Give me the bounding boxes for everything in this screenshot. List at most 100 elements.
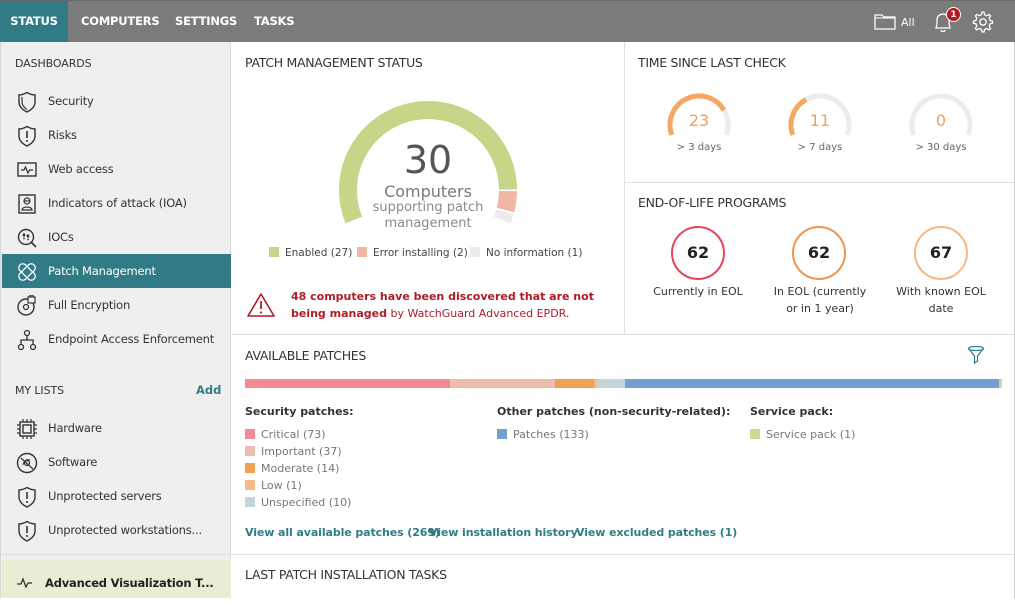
eol-known-date-value[interactable]: 67 (914, 226, 968, 280)
gauge-label-supporting: supporting patch management (358, 200, 498, 232)
sidebar-item-ioa[interactable]: Indicators of attack (IOA) (2, 186, 231, 220)
legend-label: Unspecified (10) (261, 496, 352, 509)
settings-button[interactable] (971, 10, 995, 34)
bar-segment-moderate[interactable] (554, 379, 594, 388)
dashboards-heading: DASHBOARDS (15, 57, 92, 70)
sidebar-item-patch-management[interactable]: Patch Management (2, 254, 231, 288)
panel-divider (232, 554, 1015, 555)
legend-swatch (269, 247, 279, 257)
network-tree-icon (17, 329, 37, 351)
top-navigation-bar: STATUS COMPUTERS SETTINGS TASKS (0, 0, 1015, 42)
computers-total: 30 (403, 138, 453, 182)
eol-label-line: With known EOL (896, 285, 986, 298)
bandage-icon (18, 263, 36, 281)
sidebar-item-label: Endpoint Access Enforcement (48, 332, 215, 346)
advanced-visualization-label: Advanced Visualization T... (45, 576, 214, 590)
legend-swatch (245, 446, 255, 456)
sidebar-item-web-access[interactable]: Web access (2, 152, 231, 186)
view-installation-history-link[interactable]: View installation history (429, 526, 578, 539)
bar-segment-important[interactable] (450, 379, 555, 388)
eol-current-value[interactable]: 62 (671, 226, 725, 280)
eol-within-year-label: In EOL (currently or in 1 year) (760, 283, 880, 317)
legend-swatch (497, 429, 507, 439)
warning-triangle-icon (247, 293, 275, 317)
sidebar-item-software[interactable]: Software (2, 445, 231, 479)
legend-label: Low (1) (261, 479, 302, 492)
tab-status[interactable]: STATUS (0, 1, 68, 42)
legend-no-information: No information (1) (470, 247, 582, 259)
tab-settings[interactable]: SETTINGS (175, 1, 237, 42)
sidebar-item-full-encryption[interactable]: Full Encryption (2, 288, 231, 322)
legend-label: Moderate (14) (261, 462, 340, 475)
eol-within-year-value[interactable]: 62 (792, 226, 846, 280)
sidebar-item-label: Hardware (48, 421, 102, 435)
eol-label-line: In EOL (currently (773, 285, 867, 298)
legend-label: Service pack (1) (766, 428, 856, 441)
legend-label: Important (37) (261, 445, 342, 458)
sidebar-item-label: Web access (48, 162, 114, 176)
bar-segment-unspecified[interactable] (596, 379, 625, 388)
legend-important: Important (37) (245, 445, 342, 458)
sidebar-item-hardware[interactable]: Hardware (2, 411, 231, 445)
legend-label: No information (1) (486, 247, 583, 259)
shield-exclamation-icon (18, 125, 36, 147)
tab-computers[interactable]: COMPUTERS (81, 1, 160, 42)
legend-label: Enabled (27) (285, 247, 353, 259)
sidebar-divider (2, 554, 231, 555)
add-list-link[interactable]: Add (196, 383, 221, 397)
sidebar-item-unprotected-servers[interactable]: Unprotected servers (2, 479, 231, 513)
available-patches-title: AVAILABLE PATCHES (245, 348, 367, 363)
sidebar-item-label: Full Encryption (48, 298, 131, 312)
legend-error-installing: Error installing (2) (357, 247, 468, 259)
bar-segment-service-pack[interactable] (999, 379, 1002, 388)
legend-label: Critical (73) (261, 428, 326, 441)
view-excluded-patches-link[interactable]: View excluded patches (1) (576, 526, 737, 539)
check-7-days-value: 11 (809, 111, 831, 130)
legend-swatch (470, 247, 480, 257)
other-patches-heading: Other patches (non-security-related): (497, 405, 731, 418)
tab-tasks[interactable]: TASKS (254, 1, 295, 42)
sidebar-item-label: Risks (48, 128, 77, 142)
sidebar-item-endpoint-access[interactable]: Endpoint Access Enforcement (2, 322, 231, 356)
legend-swatch (245, 480, 255, 490)
sidebar-item-risks[interactable]: Risks (2, 118, 231, 152)
legend-swatch (357, 247, 367, 257)
view-all-patches-link[interactable]: View all available patches (269) (245, 526, 440, 539)
advanced-visualization-tool-link[interactable]: Advanced Visualization T... (2, 560, 231, 598)
unmanaged-computers-warning: 48 computers have been discovered that a… (291, 288, 611, 322)
legend-patches: Patches (133) (497, 428, 589, 441)
sidebar-item-label: Patch Management (48, 264, 156, 278)
attacker-icon (18, 194, 36, 214)
filter-icon[interactable] (966, 345, 986, 365)
check-30-days-label: > 30 days (915, 142, 967, 153)
security-patches-heading: Security patches: (245, 405, 354, 418)
sidebar-item-unprotected-workstations[interactable]: Unprotected workstations... (2, 513, 231, 547)
gauge-label-line3: management (384, 216, 472, 231)
legend-swatch (750, 429, 760, 439)
sidebar-item-iocs[interactable]: IOCs (2, 220, 231, 254)
pulse-icon (17, 577, 32, 589)
warning-suffix: by WatchGuard Advanced EPDR. (387, 307, 570, 320)
legend-swatch (245, 429, 255, 439)
bar-segment-patches[interactable] (624, 379, 1000, 388)
bar-segment-critical[interactable] (245, 379, 451, 388)
sidebar-item-label: Indicators of attack (IOA) (48, 196, 187, 210)
patch-status-title: PATCH MANAGEMENT STATUS (245, 55, 423, 70)
sidebar-item-label: Unprotected workstations... (48, 523, 202, 537)
gauge-segment-no-information (493, 209, 514, 224)
disk-lock-icon (17, 295, 36, 316)
gauge-label-line2: supporting patch (372, 200, 484, 215)
sidebar-item-security[interactable]: Security (2, 84, 231, 118)
panel-divider (625, 182, 1015, 183)
sidebar: DASHBOARDS Security Risks Web access Ind… (0, 42, 231, 598)
eol-label-line: Currently in EOL (653, 285, 743, 298)
eol-known-date-label: With known EOL date (881, 283, 1001, 317)
filter-all-button[interactable]: All (874, 10, 916, 32)
service-pack-heading: Service pack: (750, 405, 834, 418)
gauge-segment-error-installing (496, 190, 517, 213)
eol-label-line: or in 1 year) (786, 302, 854, 315)
disc-icon (16, 452, 38, 474)
sidebar-item-label: IOCs (48, 230, 74, 244)
shield-icon (18, 91, 36, 113)
check-30-days-value: 0 (935, 111, 947, 130)
